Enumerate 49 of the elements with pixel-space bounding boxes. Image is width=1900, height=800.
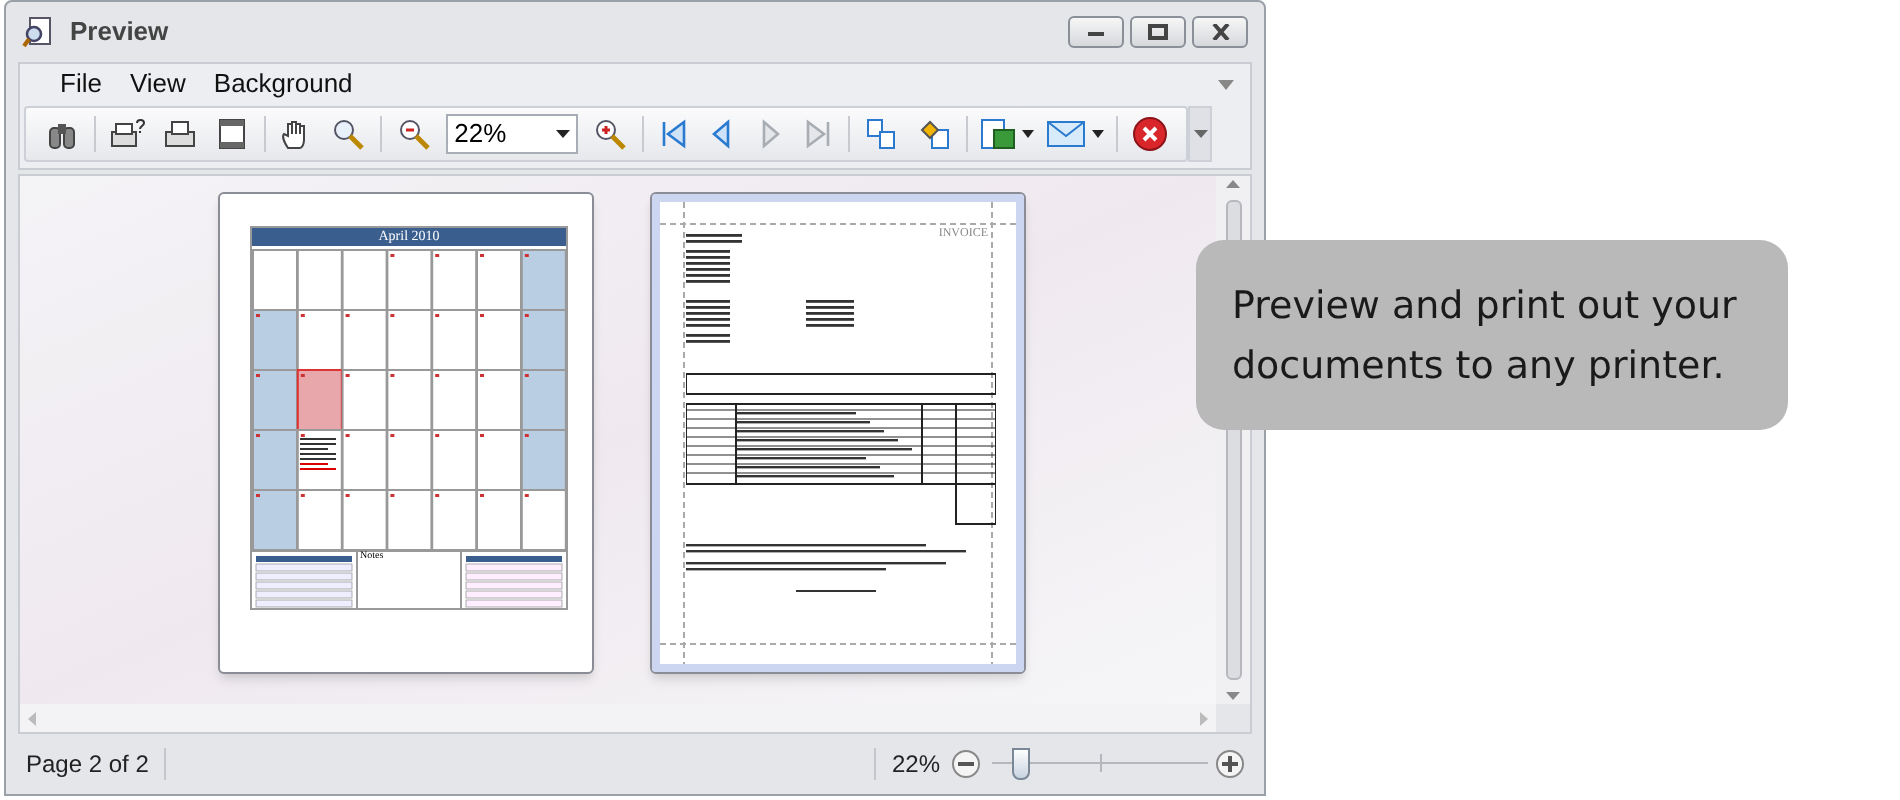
caret-icon [1022,130,1035,138]
zoom-out-button[interactable] [952,750,980,778]
mini-calendar-drawing [252,552,356,610]
maximize-button[interactable] [1130,16,1186,48]
first-page-icon [658,118,691,150]
minimize-button[interactable] [1068,16,1124,48]
caret-icon [1193,130,1207,138]
zoom-value: 22% [454,116,509,153]
envelope-icon [1046,120,1087,148]
scroll-right-icon [1200,711,1208,725]
window-title: Preview [70,14,169,51]
caret-icon [1092,130,1105,138]
horizontal-scrollbar[interactable] [20,704,1216,732]
close-icon [1211,24,1229,40]
scroll-down-icon [1226,692,1240,700]
menu-item[interactable]: Background [213,64,353,104]
zoom-in-icon [594,118,627,150]
toolbar-overflow-button[interactable] [1188,106,1212,162]
binoculars-icon [45,118,78,150]
pages-icon [866,118,899,150]
minus-icon [958,762,974,766]
close-circle-icon [1131,116,1168,152]
caret-icon [556,130,571,138]
feature-tooltip: Preview and print out your documents to any printer. [1196,240,1788,430]
scroll-left-icon [28,711,36,725]
magnifier-icon [332,118,365,150]
plus-icon [1222,756,1238,772]
printer-icon [163,118,196,150]
menu-item[interactable]: File [60,64,102,104]
slider-thumb[interactable] [1011,748,1030,780]
page-layout-icon [215,118,248,150]
zoom-percentage: 22% [891,748,940,782]
zoom-dropdown[interactable]: 22% [446,114,579,154]
menu-item[interactable]: View [129,64,186,104]
zoom-out-icon [398,118,431,150]
last-page-icon [802,118,835,150]
caret-icon [1218,79,1234,89]
close-preview-button[interactable] [1129,112,1170,156]
close-button[interactable] [1192,16,1248,48]
printer-question-icon [109,118,146,150]
zoom-slider[interactable] [992,748,1208,780]
magnifier-page-icon [22,16,54,48]
zoom-in-button[interactable] [1216,750,1244,778]
minimize-icon [1088,29,1104,35]
mini-calendar-drawing [462,552,566,610]
page-indicator: Page 2 of 2 [26,748,149,782]
scroll-up-icon [1226,180,1240,188]
save-document-icon [980,118,1017,150]
maximize-icon [1148,24,1168,40]
